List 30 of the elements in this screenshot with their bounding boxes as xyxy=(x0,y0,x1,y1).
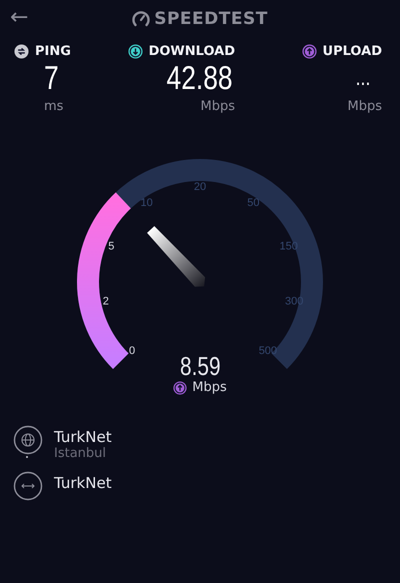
server-name: TurkNet xyxy=(54,428,112,446)
stat-value: 42.88 xyxy=(166,59,233,97)
direction-icon xyxy=(173,380,188,394)
gauge-tick-label: 50 xyxy=(247,197,260,210)
gauge-tick-label: 2 xyxy=(102,296,109,308)
gauge-tick-label: 5 xyxy=(108,240,114,252)
stat-icon xyxy=(302,44,317,59)
gauge-tick-label: 20 xyxy=(194,181,206,193)
gauge-tick-label: 0 xyxy=(129,344,136,357)
globe-icon xyxy=(13,425,43,461)
speed-reading: 8.59 xyxy=(180,352,220,380)
stat-unit: Mbps xyxy=(200,99,235,114)
stat-icon xyxy=(14,44,29,59)
server-name: TurkNet xyxy=(54,474,112,492)
stat-label: DOWNLOAD xyxy=(148,44,235,59)
stat-value: ... xyxy=(355,64,370,92)
server-location: Istanbul xyxy=(54,446,108,461)
connection-icon xyxy=(13,471,43,501)
stat-label: PING xyxy=(35,44,71,59)
stat-value: 7 xyxy=(44,59,60,97)
speed-unit: Mbps xyxy=(192,380,227,395)
back-button[interactable]: ← xyxy=(10,4,28,32)
gauge-icon xyxy=(132,10,150,28)
stat-label: UPLOAD xyxy=(322,44,382,59)
stat-unit: ms xyxy=(44,99,64,114)
gauge-needle xyxy=(147,226,206,287)
app-title: SPEEDTEST xyxy=(154,9,268,29)
stat-unit: Mbps xyxy=(348,99,382,114)
stat-icon xyxy=(128,44,143,59)
gauge-tick-label: 10 xyxy=(140,197,153,210)
